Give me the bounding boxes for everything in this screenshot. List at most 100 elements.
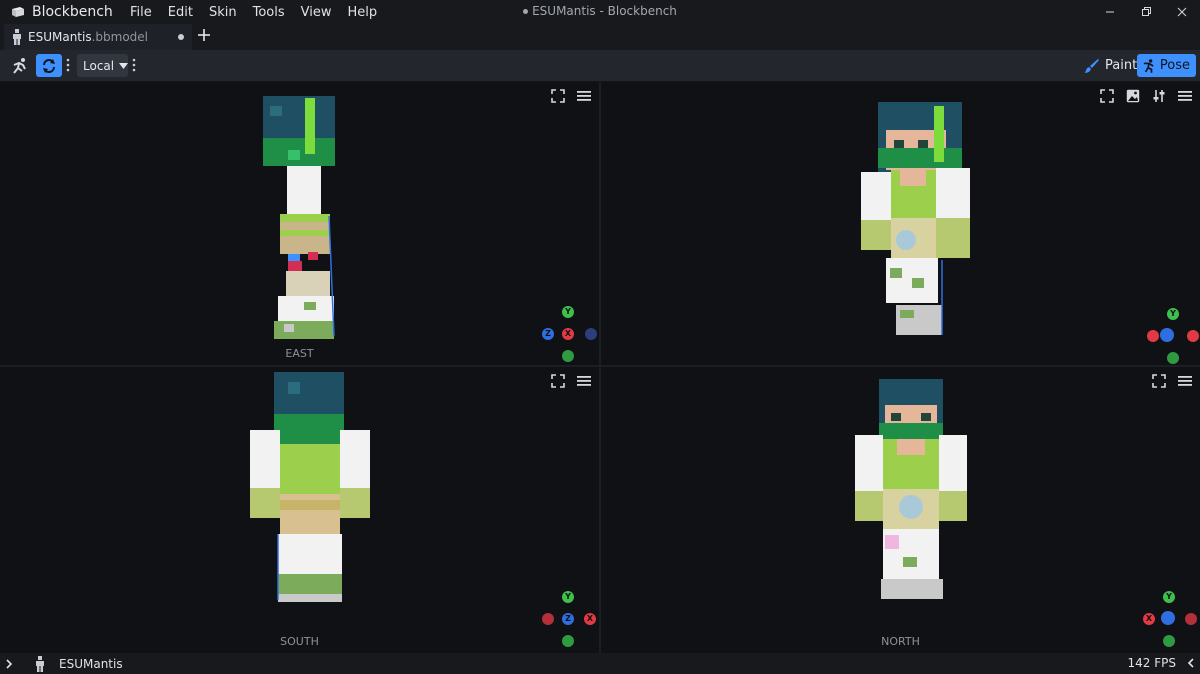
viewport-controls (1098, 88, 1194, 104)
viewport-menu-button[interactable] (1176, 373, 1194, 389)
viewport-label: SOUTH (280, 635, 319, 648)
viewport-south[interactable]: Y Z X SOUTH (0, 367, 599, 653)
viewport-perspective[interactable]: Y (601, 82, 1200, 365)
viewport-controls (549, 88, 593, 104)
viewport-controls (549, 373, 593, 389)
person-icon (36, 655, 44, 672)
fullscreen-button[interactable] (549, 373, 567, 389)
tab-filename: ESUMantis (28, 30, 92, 44)
axis-neg-x[interactable] (1185, 613, 1197, 625)
axis-x[interactable]: X (1143, 613, 1155, 625)
tab-bar: ESUMantis.bbmodel (0, 24, 1200, 50)
menu-help[interactable]: Help (339, 5, 385, 20)
view-options-button[interactable] (1150, 88, 1168, 104)
menu-bar: File Edit Skin Tools View Help (122, 5, 385, 20)
axis-x[interactable] (1147, 330, 1159, 342)
model-perspective-view[interactable] (856, 100, 981, 340)
tab-extension: .bbmodel (91, 30, 149, 44)
close-icon (1177, 7, 1187, 17)
maximize-button[interactable] (1128, 0, 1164, 24)
project-tab[interactable]: ESUMantis.bbmodel (4, 24, 192, 50)
axis-neg-x[interactable] (542, 613, 554, 625)
viewport-menu-button[interactable] (575, 88, 593, 104)
image-icon (1126, 89, 1140, 103)
title-bar: Blockbench File Edit Skin Tools View Hel… (0, 0, 1200, 24)
viewport-north[interactable]: Y X NORTH (601, 367, 1200, 653)
tab-title: ESUMantis.bbmodel (28, 30, 148, 44)
pose-tool-icon (13, 57, 26, 74)
pose-tool-button[interactable] (8, 54, 32, 77)
model-back-view[interactable] (248, 372, 373, 612)
menu-file[interactable]: File (122, 5, 160, 20)
status-bar: ESUMantis 142 FPS (0, 653, 1200, 674)
transform-space-select[interactable]: Local (77, 54, 128, 77)
chevron-down-icon (119, 62, 128, 69)
menu-icon (1178, 91, 1192, 101)
window-controls (1092, 0, 1200, 24)
menu-icon (577, 91, 591, 101)
menu-view[interactable]: View (293, 5, 340, 20)
paint-mode-label: Paint (1105, 58, 1138, 73)
viewport-menu-button[interactable] (1176, 88, 1194, 104)
axis-neg-y[interactable] (1167, 352, 1179, 364)
pose-mode-tab[interactable]: Pose (1137, 54, 1196, 77)
blockbench-logo-icon (12, 7, 24, 17)
minimize-icon (1106, 11, 1114, 13)
maximize-icon (1142, 7, 1151, 16)
menu-icon (577, 376, 591, 386)
add-icon (198, 29, 210, 41)
axis-y[interactable]: Y (562, 591, 574, 603)
app-name: Blockbench (32, 4, 113, 20)
axis-y[interactable]: Y (1167, 308, 1179, 320)
more-vertical-icon[interactable] (66, 58, 70, 72)
close-button[interactable] (1164, 0, 1200, 24)
axis-x[interactable]: X (584, 613, 596, 625)
toolbar: Local Paint Pose (0, 50, 1200, 82)
paint-mode-tab[interactable]: Paint (1078, 54, 1143, 77)
axis-z[interactable] (1160, 328, 1174, 342)
fullscreen-icon (1152, 374, 1166, 388)
viewport-label: NORTH (881, 635, 920, 648)
add-tab-button[interactable] (198, 26, 210, 46)
fullscreen-button[interactable] (549, 88, 567, 104)
axis-x[interactable]: X (562, 328, 574, 340)
axis-gizmo[interactable]: Y (1145, 306, 1200, 364)
brush-icon (1085, 58, 1099, 73)
minimize-button[interactable] (1092, 0, 1128, 24)
axis-z[interactable]: Z (542, 328, 554, 340)
axis-z[interactable]: Z (562, 613, 574, 625)
pose-icon (1143, 58, 1154, 73)
chevron-left-icon[interactable] (1186, 655, 1196, 671)
menu-skin[interactable]: Skin (201, 5, 245, 20)
menu-edit[interactable]: Edit (160, 5, 201, 20)
axis-y[interactable]: Y (1163, 591, 1175, 603)
chevron-right-icon[interactable] (5, 658, 13, 669)
fps-counter: 142 FPS (1127, 656, 1176, 670)
menu-tools[interactable]: Tools (245, 5, 293, 20)
status-project-name: ESUMantis (59, 656, 123, 671)
unsaved-dot (523, 9, 529, 14)
pose-mode-label: Pose (1159, 58, 1190, 73)
brand: Blockbench (0, 4, 122, 20)
person-icon (13, 29, 21, 45)
axis-neg-z[interactable] (585, 328, 597, 340)
fullscreen-button[interactable] (1098, 88, 1116, 104)
fullscreen-button[interactable] (1150, 373, 1168, 389)
axis-z[interactable] (1161, 611, 1175, 625)
viewport-east[interactable]: Y Z X EAST (0, 82, 599, 365)
fullscreen-icon (551, 374, 565, 388)
more-vertical-icon[interactable] (132, 58, 136, 72)
rotate-tool-button[interactable] (36, 54, 62, 77)
model-side-view[interactable] (250, 96, 350, 341)
transform-space-value: Local (83, 58, 115, 73)
axis-y[interactable]: Y (562, 306, 574, 318)
screenshot-button[interactable] (1124, 88, 1142, 104)
unsaved-indicator[interactable] (178, 34, 184, 40)
menu-icon (1178, 376, 1192, 386)
viewport-grid: Y Z X EAST Y Y Z X SOUTH Y X NORTH (0, 82, 1200, 653)
viewport-menu-button[interactable] (575, 373, 593, 389)
fullscreen-icon (551, 89, 565, 103)
model-front-view[interactable] (853, 379, 971, 604)
axis-neg-x[interactable] (1187, 330, 1199, 342)
fullscreen-icon (1100, 89, 1114, 103)
